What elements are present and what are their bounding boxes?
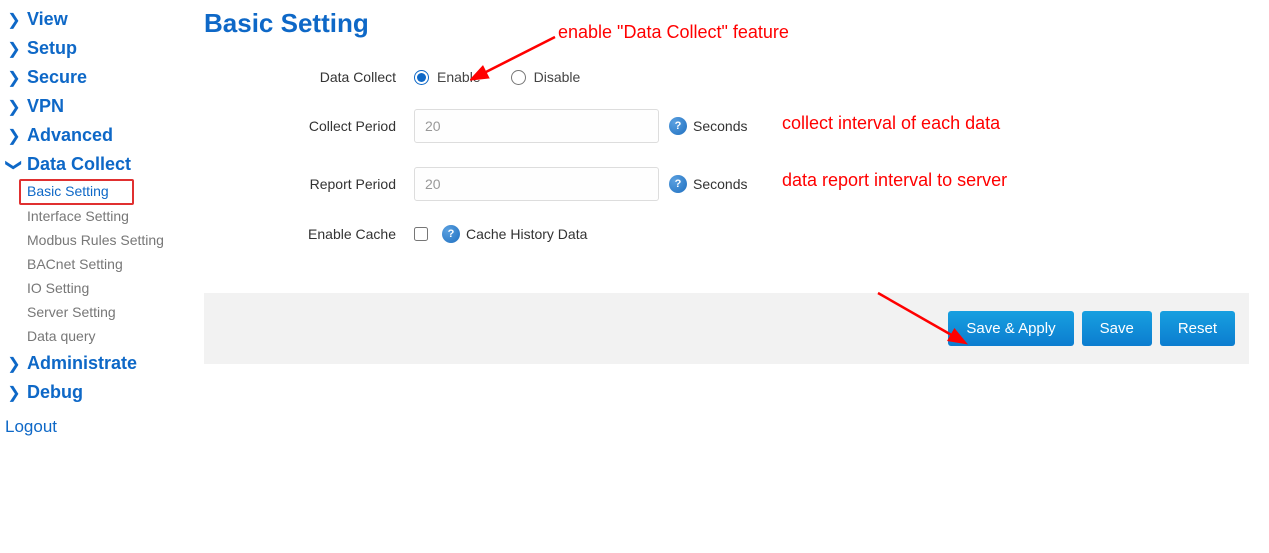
arrow-icon — [470, 32, 560, 87]
sidebar-item-interface-setting[interactable]: Interface Setting — [5, 205, 200, 229]
sidebar-item-io-setting[interactable]: IO Setting — [5, 277, 200, 301]
nav-label: Administrate — [27, 353, 137, 374]
sub-item-label: Interface Setting — [27, 208, 129, 224]
sub-item-label: Modbus Rules Setting — [27, 232, 164, 248]
chevron-down-icon: ❯ — [4, 156, 24, 174]
annotation-report: data report interval to server — [782, 170, 1007, 191]
chevron-right-icon: ❯ — [5, 126, 23, 146]
radio-enable[interactable] — [414, 70, 429, 85]
nav-item-administrate[interactable]: ❯ Administrate — [5, 349, 200, 378]
sub-item-label: Data query — [27, 328, 95, 344]
sidebar-item-modbus-rules-setting[interactable]: Modbus Rules Setting — [5, 229, 200, 253]
main-content: Basic Setting Data Collect Enable Disabl… — [204, 8, 1259, 364]
nav-item-data-collect[interactable]: ❯ Data Collect — [5, 150, 200, 179]
nav-item-advanced[interactable]: ❯ Advanced — [5, 121, 200, 150]
chevron-right-icon: ❯ — [5, 10, 23, 30]
label-collect-period: Collect Period — [204, 118, 414, 134]
unit-seconds: Seconds — [693, 118, 747, 134]
sidebar: ❯ View ❯ Setup ❯ Secure ❯ VPN ❯ Advanced… — [5, 5, 200, 437]
cache-description: Cache History Data — [466, 226, 587, 242]
label-data-collect: Data Collect — [204, 69, 414, 85]
nav-item-vpn[interactable]: ❯ VPN — [5, 92, 200, 121]
chevron-right-icon: ❯ — [5, 354, 23, 374]
nav-item-setup[interactable]: ❯ Setup — [5, 34, 200, 63]
chevron-right-icon: ❯ — [5, 39, 23, 59]
nav-item-debug[interactable]: ❯ Debug — [5, 378, 200, 407]
save-button[interactable]: Save — [1082, 311, 1152, 346]
nav-label: View — [27, 9, 68, 30]
nav-item-secure[interactable]: ❯ Secure — [5, 63, 200, 92]
row-data-collect: Data Collect Enable Disable — [204, 69, 1259, 85]
sidebar-item-data-query[interactable]: Data query — [5, 325, 200, 349]
input-report-period[interactable] — [414, 167, 659, 201]
help-icon[interactable]: ? — [669, 117, 687, 135]
chevron-right-icon: ❯ — [5, 68, 23, 88]
logout-link[interactable]: Logout — [5, 407, 200, 437]
sub-item-label: Basic Setting — [27, 183, 109, 199]
chevron-right-icon: ❯ — [5, 383, 23, 403]
nav-label: Setup — [27, 38, 77, 59]
nav-label: Advanced — [27, 125, 113, 146]
sidebar-item-server-setting[interactable]: Server Setting — [5, 301, 200, 325]
sub-item-label: BACnet Setting — [27, 256, 123, 272]
row-enable-cache: Enable Cache ? Cache History Data — [204, 225, 1259, 243]
sidebar-item-bacnet-setting[interactable]: BACnet Setting — [5, 253, 200, 277]
annotation-enable: enable "Data Collect" feature — [558, 22, 789, 43]
row-report-period: Report Period ? Seconds — [204, 167, 1259, 201]
help-icon[interactable]: ? — [669, 175, 687, 193]
label-report-period: Report Period — [204, 176, 414, 192]
nav-item-view[interactable]: ❯ View — [5, 5, 200, 34]
label-enable-cache: Enable Cache — [204, 226, 414, 242]
arrow-icon — [870, 285, 970, 350]
sub-item-label: IO Setting — [27, 280, 89, 296]
annotation-collect: collect interval of each data — [782, 113, 1000, 134]
help-icon[interactable]: ? — [442, 225, 460, 243]
nav-label: Data Collect — [27, 154, 131, 175]
row-collect-period: Collect Period ? Seconds — [204, 109, 1259, 143]
chevron-right-icon: ❯ — [5, 97, 23, 117]
nav-label: VPN — [27, 96, 64, 117]
sub-item-label: Server Setting — [27, 304, 116, 320]
nav-label: Debug — [27, 382, 83, 403]
reset-button[interactable]: Reset — [1160, 311, 1235, 346]
checkbox-enable-cache[interactable] — [414, 227, 428, 241]
button-bar: Save & Apply Save Reset — [204, 293, 1249, 364]
unit-seconds: Seconds — [693, 176, 747, 192]
nav-label: Secure — [27, 67, 87, 88]
sidebar-item-basic-setting[interactable]: Basic Setting — [19, 179, 134, 205]
input-collect-period[interactable] — [414, 109, 659, 143]
